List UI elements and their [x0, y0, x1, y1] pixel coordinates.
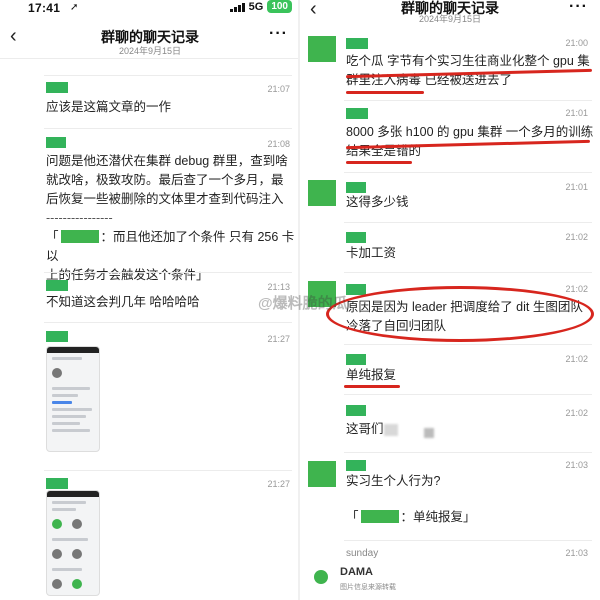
more-icon[interactable]: ···	[269, 25, 288, 43]
shared-image[interactable]	[46, 346, 100, 452]
message-time: 21:02	[565, 232, 588, 242]
divider	[344, 100, 592, 101]
quote-text: ：单纯报复」	[400, 510, 476, 524]
message-text: 单纯报复	[346, 368, 397, 382]
left-chat-panel: 17:41 ➚ 5G 100 ‹ 群聊的聊天记录 2024年9月15日 ··· …	[0, 0, 300, 600]
divider	[44, 128, 292, 129]
sender-name	[46, 280, 68, 291]
highlight-underline	[344, 385, 400, 388]
divider	[344, 344, 592, 345]
watermark: @爆料脆的瓜	[258, 295, 348, 312]
highlight-underline	[346, 91, 424, 94]
divider	[344, 222, 592, 223]
shared-image[interactable]	[46, 490, 100, 596]
divider	[344, 394, 592, 395]
page-date: 2024年9月15日	[118, 46, 182, 56]
message-time: 21:08	[267, 139, 290, 149]
message-time: 21:02	[565, 284, 588, 294]
message-time: 21:01	[565, 108, 588, 118]
quote-line: 「：而且他还加了个条件 只有 256 卡以	[46, 228, 300, 266]
brand-logo-icon	[314, 570, 328, 584]
message-text: 应该是这篇文章的一作	[46, 100, 172, 114]
sender-name	[346, 108, 368, 119]
signal-icon	[229, 2, 245, 12]
message-time: 21:02	[565, 354, 588, 364]
chat-header: ‹ 群聊的聊天记录 2024年9月15日 ···	[300, 0, 600, 30]
divider	[44, 322, 292, 323]
message-time: 21:00	[565, 38, 588, 48]
page-date: 2024年9月15日	[418, 14, 482, 24]
message-time: 21:03	[565, 460, 588, 470]
sender-name	[46, 331, 68, 342]
quote-line: 「 ：单纯报复」	[346, 508, 476, 527]
text-line: 问题是他还潜伏在集群 debug 群里，查到啥	[46, 154, 288, 168]
message-text: 这得多少钱	[346, 195, 409, 209]
message-text: 卡加工资	[346, 246, 397, 260]
message-time: 21:07	[267, 84, 290, 94]
location-icon: ➚	[70, 2, 79, 13]
highlight-underline	[346, 161, 412, 164]
message-text: 不知道这会判几年 哈哈哈哈	[46, 295, 200, 309]
divider	[44, 75, 292, 76]
more-icon[interactable]: ···	[569, 0, 588, 16]
brand-subtitle: 图片信息来源转载	[340, 584, 396, 591]
sender-name	[346, 460, 366, 471]
message-time: 21:01	[565, 182, 588, 192]
quote-open: 「	[346, 510, 359, 524]
divider	[344, 452, 592, 453]
sender-name	[46, 82, 68, 93]
chat-header: ‹ 群聊的聊天记录 2024年9月15日 ···	[0, 17, 300, 59]
battery-icon: 100	[267, 0, 292, 13]
status-bar: 17:41 ➚ 5G 100	[0, 0, 300, 17]
sender-name	[46, 478, 68, 489]
sender-name	[346, 354, 366, 365]
message-text: 问题是他还潜伏在集群 debug 群里，查到啥 就改啥，极致攻防。最后查了一个多…	[46, 152, 300, 285]
text-line: 吃个瓜 字节有个实习生往商业化整个 gpu 集	[346, 54, 590, 68]
sender-name	[346, 182, 366, 193]
network-type: 5G	[248, 0, 264, 13]
divider	[44, 272, 292, 273]
divider	[344, 272, 592, 273]
sender-name	[346, 405, 366, 416]
divider	[344, 172, 592, 173]
highlight-circle	[326, 286, 594, 342]
brand-name: DAMA	[340, 566, 373, 578]
message-time: 21:27	[267, 334, 290, 344]
avatar	[308, 180, 336, 206]
quoted-user	[60, 230, 99, 243]
text-line: 就改啥，极致攻防。最后查了一个多月，最	[46, 173, 284, 187]
avatar	[308, 36, 336, 62]
redacted-area	[384, 424, 398, 436]
sender-name	[346, 284, 366, 295]
message-time: 21:27	[267, 479, 290, 489]
quote-open: 「	[46, 230, 59, 244]
quoted-user	[360, 510, 399, 523]
divider	[344, 540, 592, 541]
message-text: 这哥们	[346, 422, 384, 436]
text-line: ----------------	[46, 211, 113, 225]
message-time: 21:02	[565, 408, 588, 418]
sender-name: sunday	[346, 548, 379, 559]
sender-name	[46, 137, 66, 148]
sender-name	[346, 38, 368, 49]
redacted-area	[424, 428, 434, 438]
quote-text: 上的任务才会触发这个条件」	[46, 268, 209, 282]
message-text: 实习生个人行为?	[346, 474, 441, 488]
divider	[44, 470, 292, 471]
clock: 17:41	[28, 1, 61, 15]
sender-name	[346, 232, 366, 243]
text-line: 后恢复一些被删除的文体里才查到代码注入	[46, 192, 284, 206]
message-time: 21:03	[565, 548, 588, 558]
avatar	[308, 461, 336, 487]
message-time: 21:13	[267, 282, 290, 292]
text-line: 8000 多张 h100 的 gpu 集群 一个多月的训练	[346, 125, 594, 139]
